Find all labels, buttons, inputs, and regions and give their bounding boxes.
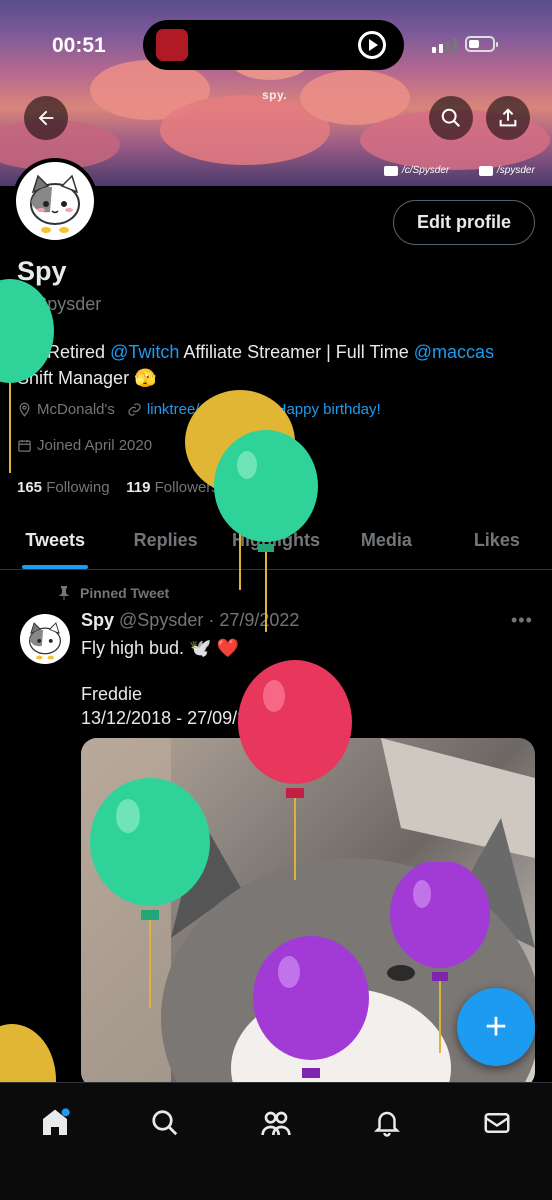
communities-icon xyxy=(261,1111,291,1136)
tab-tweets[interactable]: Tweets xyxy=(0,512,110,569)
tweet-line: Fly high bud. 🕊️ ❤️ xyxy=(81,638,239,658)
nav-home[interactable] xyxy=(35,1103,75,1143)
following-label: Following xyxy=(46,479,110,496)
nav-messages[interactable] xyxy=(477,1103,517,1143)
bio-mention-twitch[interactable]: @Twitch xyxy=(110,342,179,362)
followers-count: 119 xyxy=(126,479,151,496)
following-count: 165 xyxy=(17,479,43,496)
profile-bio: 18. Retired @Twitch Affiliate Streamer |… xyxy=(17,339,537,391)
pinned-indicator: Pinned Tweet xyxy=(58,585,169,601)
nav-communities[interactable] xyxy=(256,1103,296,1143)
banner-youtube-handle: /c/Spysder xyxy=(402,165,450,176)
pin-icon xyxy=(59,586,69,600)
search-icon xyxy=(152,1110,178,1136)
arrow-left-icon xyxy=(38,110,54,126)
back-button[interactable] xyxy=(24,96,68,140)
pinned-label: Pinned Tweet xyxy=(80,585,170,601)
cat-avatar-illustration xyxy=(28,622,62,660)
green-balloon xyxy=(214,430,318,632)
bell-icon xyxy=(373,1111,401,1137)
mail-icon xyxy=(484,1113,510,1133)
cat-avatar-illustration xyxy=(30,174,80,233)
nav-search[interactable] xyxy=(145,1103,185,1143)
share-icon xyxy=(499,108,517,127)
banner-twitch-handle: /spysder xyxy=(497,165,535,176)
bottom-navigation xyxy=(0,1082,552,1200)
signal-icon xyxy=(432,38,457,53)
edit-profile-button[interactable]: Edit profile xyxy=(393,200,535,245)
tweet-author-name[interactable]: Spy xyxy=(81,610,114,630)
nav-notifications[interactable] xyxy=(367,1103,407,1143)
tweet-more-button[interactable]: ••• xyxy=(511,610,533,631)
play-icon[interactable] xyxy=(358,31,386,59)
banner-twitch: /spysder xyxy=(479,165,535,176)
bio-mention-maccas[interactable]: @maccas xyxy=(414,342,494,362)
green-balloon xyxy=(90,778,210,1008)
status-time: 00:51 xyxy=(52,34,106,57)
bio-text: Affiliate Streamer | Full Time xyxy=(179,342,414,362)
banner-brand-text: spy. xyxy=(262,88,288,102)
home-icon xyxy=(43,1108,70,1135)
purple-balloon xyxy=(253,936,369,1078)
link-icon xyxy=(128,403,141,416)
tab-media[interactable]: Media xyxy=(331,512,441,569)
twitch-icon xyxy=(479,165,493,176)
now-playing-artwork xyxy=(156,29,188,61)
profile-avatar[interactable] xyxy=(12,158,98,244)
following-link[interactable]: 165 Following xyxy=(17,479,110,496)
tweet-author-avatar[interactable] xyxy=(20,614,70,664)
green-balloon xyxy=(0,279,54,473)
youtube-icon xyxy=(384,165,398,176)
banner-youtube: /c/Spysder xyxy=(384,165,449,176)
battery-icon xyxy=(465,36,498,52)
yellow-balloon xyxy=(0,1024,56,1084)
search-button[interactable] xyxy=(429,96,473,140)
red-balloon xyxy=(238,660,352,880)
share-button[interactable] xyxy=(486,96,530,140)
tab-likes[interactable]: Likes xyxy=(442,512,552,569)
compose-tweet-button[interactable]: + xyxy=(457,988,535,1066)
search-icon xyxy=(441,108,460,127)
tweet-author-handle[interactable]: @Spysder xyxy=(119,610,203,630)
dynamic-island[interactable] xyxy=(143,20,404,70)
